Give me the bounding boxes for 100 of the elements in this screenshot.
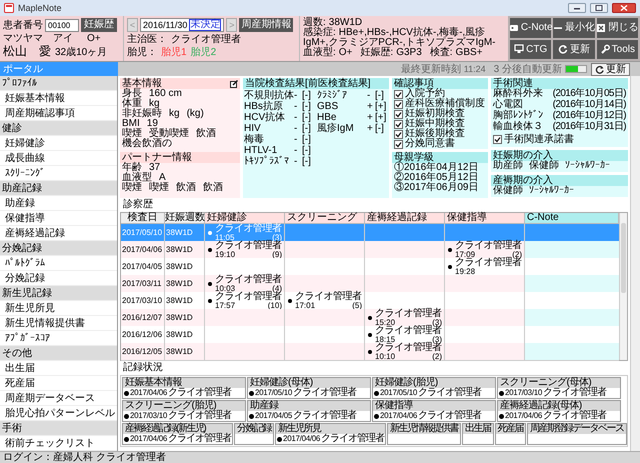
record-title: スクリーニング(胎児)	[123, 401, 245, 411]
procedure-date: (2016年10月14日)	[552, 100, 626, 110]
table-row[interactable]: 2017/04/06 38W1D クライオ管理者 19:10 (9) クライオ管理者 17:09 (2)	[121, 241, 619, 258]
table-row[interactable]: 2017/03/11 38W1D クライオ管理者 10:03 (4)	[121, 275, 619, 292]
sidebar-group[interactable]: ﾌﾟﾛﾌｧｲﾙ	[0, 76, 117, 91]
record-author: クライオ管理者	[321, 434, 384, 444]
column-header[interactable]: 保健指導	[445, 213, 525, 224]
toolbar-button[interactable]: Tools	[596, 40, 638, 59]
entry-count: (5)	[352, 302, 362, 309]
entry-time: 17:01	[295, 302, 316, 309]
sidebar-group[interactable]: 健診	[0, 121, 117, 136]
sidebar-item[interactable]: 新生児情報提供書	[0, 316, 117, 331]
prior-result: [-]	[302, 102, 312, 112]
checkbox[interactable]	[394, 140, 403, 148]
table-row[interactable]: 2016/12/05 38W1D クライオ管理者 10:10 (2)	[121, 343, 619, 360]
field-text: 助産師	[493, 161, 523, 172]
field-text: ｿｰｼｬﾙﾜｰｶｰ	[529, 186, 574, 197]
checkbox[interactable]	[394, 120, 403, 128]
maximize-icon[interactable]	[590, 3, 608, 13]
sidebar-item[interactable]: 妊婦健診	[0, 136, 117, 151]
entry-count: (2)	[512, 251, 522, 258]
section-title: 診察歴	[122, 200, 154, 210]
sidebar-item[interactable]: 保健指導	[0, 211, 117, 226]
refresh-button[interactable]: 更新	[591, 62, 630, 76]
patient-id-field[interactable]: 00100	[45, 18, 79, 32]
sidebar-item[interactable]: 助産録	[0, 196, 117, 211]
last-update-label: 最終更新時刻	[400, 64, 461, 74]
sidebar-group[interactable]: 分娩記録	[0, 241, 117, 256]
section-title: 記録状況	[122, 363, 164, 373]
bullet-icon	[448, 264, 452, 268]
record-title: 助産録	[248, 401, 370, 411]
column-header[interactable]: 産褥経過記録	[365, 213, 445, 224]
sidebar-item[interactable]: 妊娠基本情報	[0, 91, 117, 106]
checkbox[interactable]	[394, 130, 403, 138]
sidebar-item[interactable]: 出生届	[0, 361, 117, 376]
sidebar-item[interactable]: 死産届	[0, 376, 117, 391]
sidebar-item[interactable]: 新生児所見	[0, 301, 117, 316]
checkbox[interactable]	[394, 100, 403, 108]
toolbar-button[interactable]: 閉じる	[596, 18, 638, 38]
close-icon[interactable]	[612, 3, 636, 13]
sidebar-item[interactable]: ﾊﾟﾙﾄｸﾞﾗﾑ	[0, 256, 117, 271]
minimize-icon[interactable]	[568, 3, 586, 13]
sidebar-group[interactable]: その他	[0, 346, 117, 361]
refresh-icon	[558, 44, 568, 54]
field-text: 保健師	[493, 186, 523, 197]
sidebar-item[interactable]: 成長曲線	[0, 151, 117, 166]
bullet-icon	[208, 282, 212, 286]
entry-author: クライオ管理者	[295, 292, 362, 302]
record-date: 2017/04/06	[130, 434, 168, 444]
test-name: HCV抗体	[244, 112, 286, 122]
record-author: クライオ管理者	[168, 434, 232, 444]
field-text: (kg)	[186, 109, 204, 119]
scrollbar-thumb[interactable]	[621, 223, 626, 293]
table-cell: 2017/04/06	[121, 241, 165, 259]
refresh-icon	[595, 64, 604, 74]
panel-title: 母親学級	[394, 152, 434, 162]
auto-update-text: 3 分後自動更新	[494, 64, 562, 74]
checkbox[interactable]	[394, 90, 403, 98]
sidebar-group[interactable]: 手術	[0, 421, 117, 436]
column-header[interactable]: 検査日	[121, 213, 165, 224]
column-header[interactable]: 妊婦健診	[205, 213, 285, 224]
table-cell: 38W1D	[165, 326, 205, 344]
table-cell: 2017/03/10	[121, 292, 165, 310]
test-result: +	[367, 112, 374, 122]
panel-title: 産褥期の介入	[493, 176, 553, 186]
entry-count: (3)	[432, 319, 442, 326]
entry-author: クライオ管理者	[215, 241, 282, 251]
table-row[interactable]: 2016/12/07 38W1D クライオ管理者 15:20 (3)	[121, 309, 619, 326]
blood-type: O+	[87, 33, 101, 44]
table-cell: 38W1D	[165, 258, 205, 276]
checkbox[interactable]	[394, 110, 403, 118]
sidebar-group[interactable]: 助産記録	[0, 181, 117, 196]
pregnancy-history-button[interactable]: 妊娠歴	[81, 18, 117, 32]
toolbar-button[interactable]: 更新	[553, 40, 595, 59]
column-header[interactable]: スクリーニング	[285, 213, 365, 224]
entry-author: クライオ管理者	[375, 343, 442, 353]
field-text: 機会飲酒の	[122, 139, 172, 149]
checkbox[interactable]	[493, 135, 502, 144]
table-cell: 38W1D	[165, 241, 205, 259]
bullet-icon	[208, 230, 212, 234]
edit-icon[interactable]	[230, 80, 238, 88]
sidebar-item[interactable]: 周産期データベース	[0, 391, 117, 406]
perinatal-info-button[interactable]: 周産期情報	[239, 18, 294, 32]
entry-count: (3)	[272, 234, 282, 241]
sidebar-group[interactable]: 新生児記録	[0, 286, 117, 301]
bullet-icon	[448, 248, 452, 252]
column-header[interactable]: C-Note	[525, 213, 619, 224]
prior-result: [+]	[375, 102, 388, 112]
patient-age: 32歳10ヶ月	[55, 47, 108, 58]
procedure-name: 胸部ﾚﾝﾄｹﾞﾝ	[493, 111, 543, 121]
record-title: 保健指導	[373, 401, 495, 411]
field-text: 喫煙	[149, 183, 169, 193]
field-text: 体重	[122, 99, 142, 109]
summary-field: 血液型: O+	[303, 48, 352, 58]
toolbar-button[interactable]: 最小化	[553, 18, 595, 38]
toolbar-button[interactable]: CTG	[510, 40, 552, 59]
prior-result: [+]	[375, 112, 388, 122]
field-text: 飲酒	[196, 129, 216, 139]
column-header[interactable]: 妊娠週数	[165, 213, 205, 224]
date-text: 2016/11/30	[143, 20, 188, 30]
